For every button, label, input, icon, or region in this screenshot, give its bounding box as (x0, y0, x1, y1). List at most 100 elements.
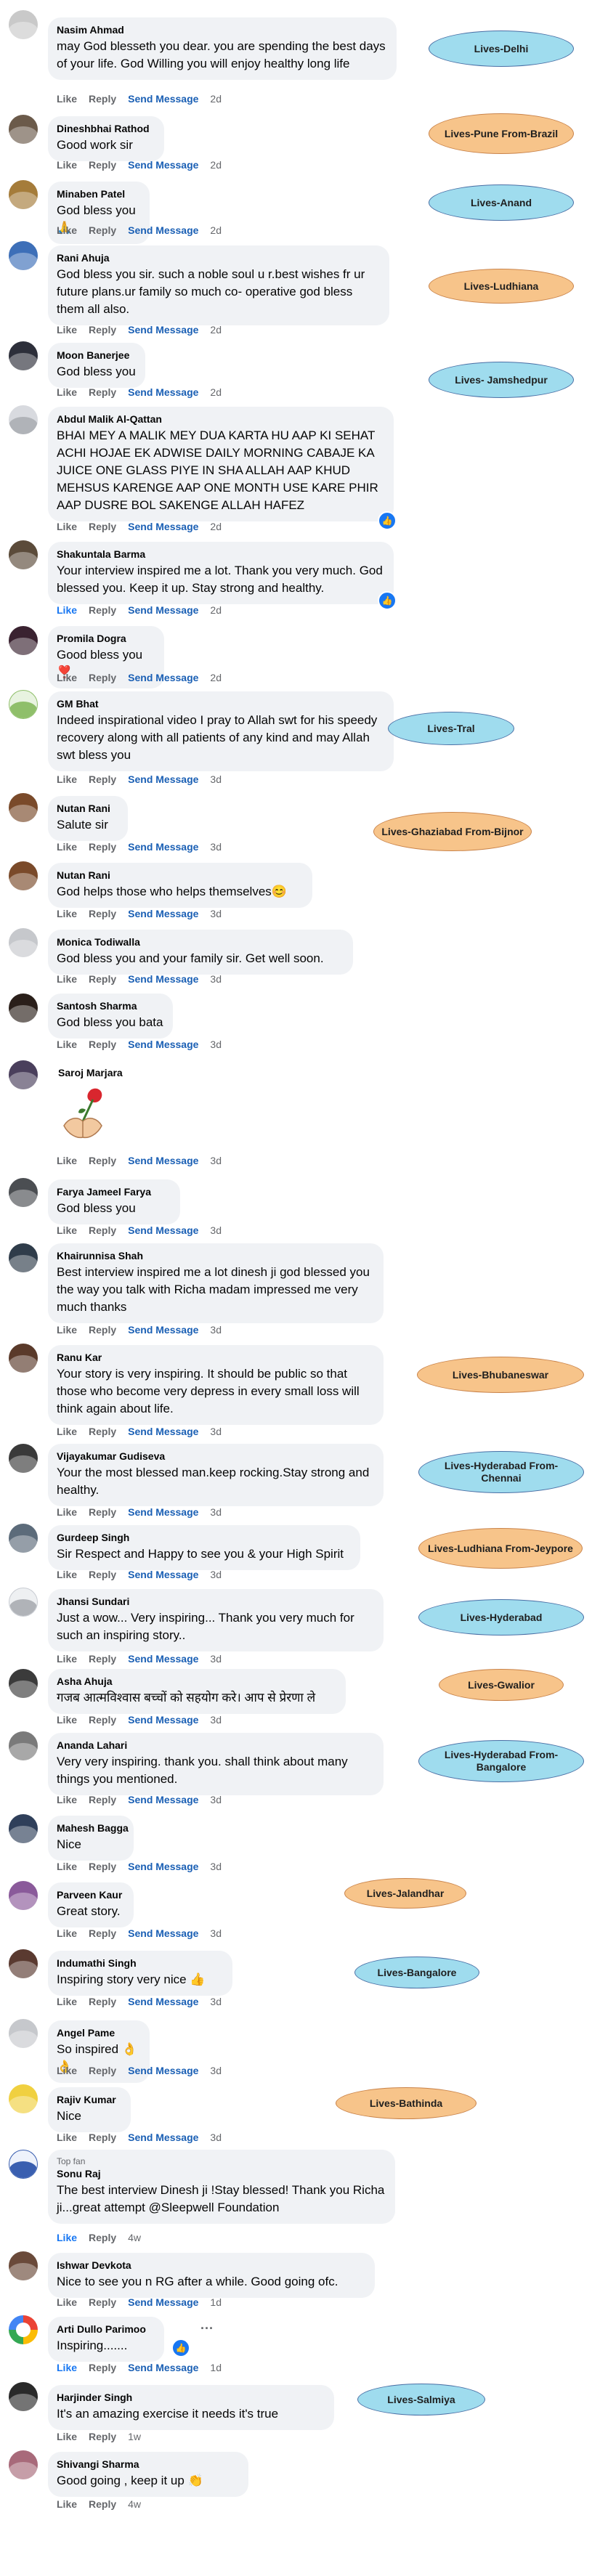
like-button[interactable]: Like (57, 1324, 77, 1336)
send-message-button[interactable]: Send Message (128, 324, 198, 336)
reply-button[interactable]: Reply (89, 93, 116, 105)
timestamp[interactable]: 4w (128, 2498, 141, 2510)
commenter-name[interactable]: Parveen Kaur (57, 1888, 125, 1901)
like-button[interactable]: Like (57, 159, 77, 171)
avatar[interactable] (9, 2150, 38, 2179)
send-message-button[interactable]: Send Message (128, 2362, 198, 2373)
send-message-button[interactable]: Send Message (128, 159, 198, 171)
like-button[interactable]: Like (57, 2132, 77, 2143)
like-reaction-icon[interactable]: 👍 (378, 511, 397, 530)
timestamp[interactable]: 3d (210, 1426, 222, 1437)
reply-button[interactable]: Reply (89, 1927, 116, 1939)
send-message-button[interactable]: Send Message (128, 1927, 198, 1939)
timestamp[interactable]: 2d (210, 93, 222, 105)
timestamp[interactable]: 3d (210, 908, 222, 919)
like-button[interactable]: Like (57, 2232, 77, 2243)
send-message-button[interactable]: Send Message (128, 1506, 198, 1518)
send-message-button[interactable]: Send Message (128, 1426, 198, 1437)
send-message-button[interactable]: Send Message (128, 1569, 198, 1580)
avatar[interactable] (9, 1444, 38, 1473)
send-message-button[interactable]: Send Message (128, 1794, 198, 1805)
avatar[interactable] (9, 115, 38, 144)
reply-button[interactable]: Reply (89, 2362, 116, 2373)
reply-button[interactable]: Reply (89, 1569, 116, 1580)
avatar[interactable] (9, 690, 38, 719)
send-message-button[interactable]: Send Message (128, 604, 198, 616)
send-message-button[interactable]: Send Message (128, 1714, 198, 1726)
avatar[interactable] (9, 540, 38, 569)
reply-button[interactable]: Reply (89, 159, 116, 171)
avatar[interactable] (9, 994, 38, 1023)
reply-button[interactable]: Reply (89, 224, 116, 236)
avatar[interactable] (9, 2315, 38, 2344)
commenter-name[interactable]: Monica Todiwalla (57, 935, 344, 948)
send-message-button[interactable]: Send Message (128, 908, 198, 919)
avatar[interactable] (9, 1949, 38, 1978)
send-message-button[interactable]: Send Message (128, 521, 198, 532)
avatar[interactable] (9, 626, 38, 655)
timestamp[interactable]: 3d (210, 1506, 222, 1518)
timestamp[interactable]: 3d (210, 973, 222, 985)
avatar[interactable] (9, 1731, 38, 1760)
timestamp[interactable]: 2d (210, 386, 222, 398)
send-message-button[interactable]: Send Message (128, 2296, 198, 2308)
reply-button[interactable]: Reply (89, 2431, 116, 2442)
reply-button[interactable]: Reply (89, 1714, 116, 1726)
timestamp[interactable]: 3d (210, 841, 222, 853)
commenter-name[interactable]: Vijayakumar Gudiseva (57, 1450, 375, 1463)
commenter-name[interactable]: Farya Jameel Farya (57, 1185, 171, 1198)
timestamp[interactable]: 1w (128, 2431, 141, 2442)
like-button[interactable]: Like (57, 773, 77, 785)
timestamp[interactable]: 2d (210, 159, 222, 171)
commenter-name[interactable]: Khairunnisa Shah (57, 1249, 375, 1262)
commenter-name[interactable]: Sonu Raj (57, 2167, 386, 2180)
reply-button[interactable]: Reply (89, 973, 116, 985)
timestamp[interactable]: 1d (210, 2296, 222, 2308)
commenter-name[interactable]: Rani Ahuja (57, 251, 381, 264)
commenter-name[interactable]: Jhansi Sundari (57, 1595, 375, 1608)
timestamp[interactable]: 3d (210, 1224, 222, 1236)
avatar[interactable] (9, 1881, 38, 1910)
like-button[interactable]: Like (57, 2431, 77, 2442)
like-button[interactable]: Like (57, 604, 77, 616)
commenter-name[interactable]: Mahesh Bagga (57, 1821, 129, 1835)
like-button[interactable]: Like (57, 2296, 77, 2308)
like-reaction-icon[interactable]: 👍 (171, 2339, 190, 2357)
avatar[interactable] (9, 793, 38, 822)
like-button[interactable]: Like (57, 1426, 77, 1437)
timestamp[interactable]: 3d (210, 1653, 222, 1665)
commenter-name[interactable]: GM Bhat (57, 697, 385, 710)
like-button[interactable]: Like (57, 93, 77, 105)
timestamp[interactable]: 3d (210, 1996, 222, 2007)
avatar[interactable] (9, 2382, 38, 2411)
reply-button[interactable]: Reply (89, 1996, 116, 2007)
timestamp[interactable]: 3d (210, 1324, 222, 1336)
send-message-button[interactable]: Send Message (128, 1653, 198, 1665)
send-message-button[interactable]: Send Message (128, 93, 198, 105)
send-message-button[interactable]: Send Message (128, 386, 198, 398)
like-button[interactable]: Like (57, 521, 77, 532)
reply-button[interactable]: Reply (89, 2296, 116, 2308)
send-message-button[interactable]: Send Message (128, 841, 198, 853)
like-button[interactable]: Like (57, 973, 77, 985)
commenter-name[interactable]: Ranu Kar (57, 1351, 375, 1364)
avatar[interactable] (9, 180, 38, 209)
timestamp[interactable]: 3d (210, 1927, 222, 1939)
reply-button[interactable]: Reply (89, 324, 116, 336)
send-message-button[interactable]: Send Message (128, 773, 198, 785)
reply-button[interactable]: Reply (89, 1794, 116, 1805)
reply-button[interactable]: Reply (89, 1039, 116, 1050)
reply-button[interactable]: Reply (89, 841, 116, 853)
avatar[interactable] (9, 1669, 38, 1698)
reply-button[interactable]: Reply (89, 773, 116, 785)
send-message-button[interactable]: Send Message (128, 1039, 198, 1050)
reply-button[interactable]: Reply (89, 1155, 116, 1166)
reply-button[interactable]: Reply (89, 2232, 116, 2243)
avatar[interactable] (9, 928, 38, 957)
reply-button[interactable]: Reply (89, 1861, 116, 1872)
avatar[interactable] (9, 2084, 38, 2113)
send-message-button[interactable]: Send Message (128, 1224, 198, 1236)
avatar[interactable] (9, 2450, 38, 2479)
timestamp[interactable]: 2d (210, 521, 222, 532)
like-button[interactable]: Like (57, 1714, 77, 1726)
